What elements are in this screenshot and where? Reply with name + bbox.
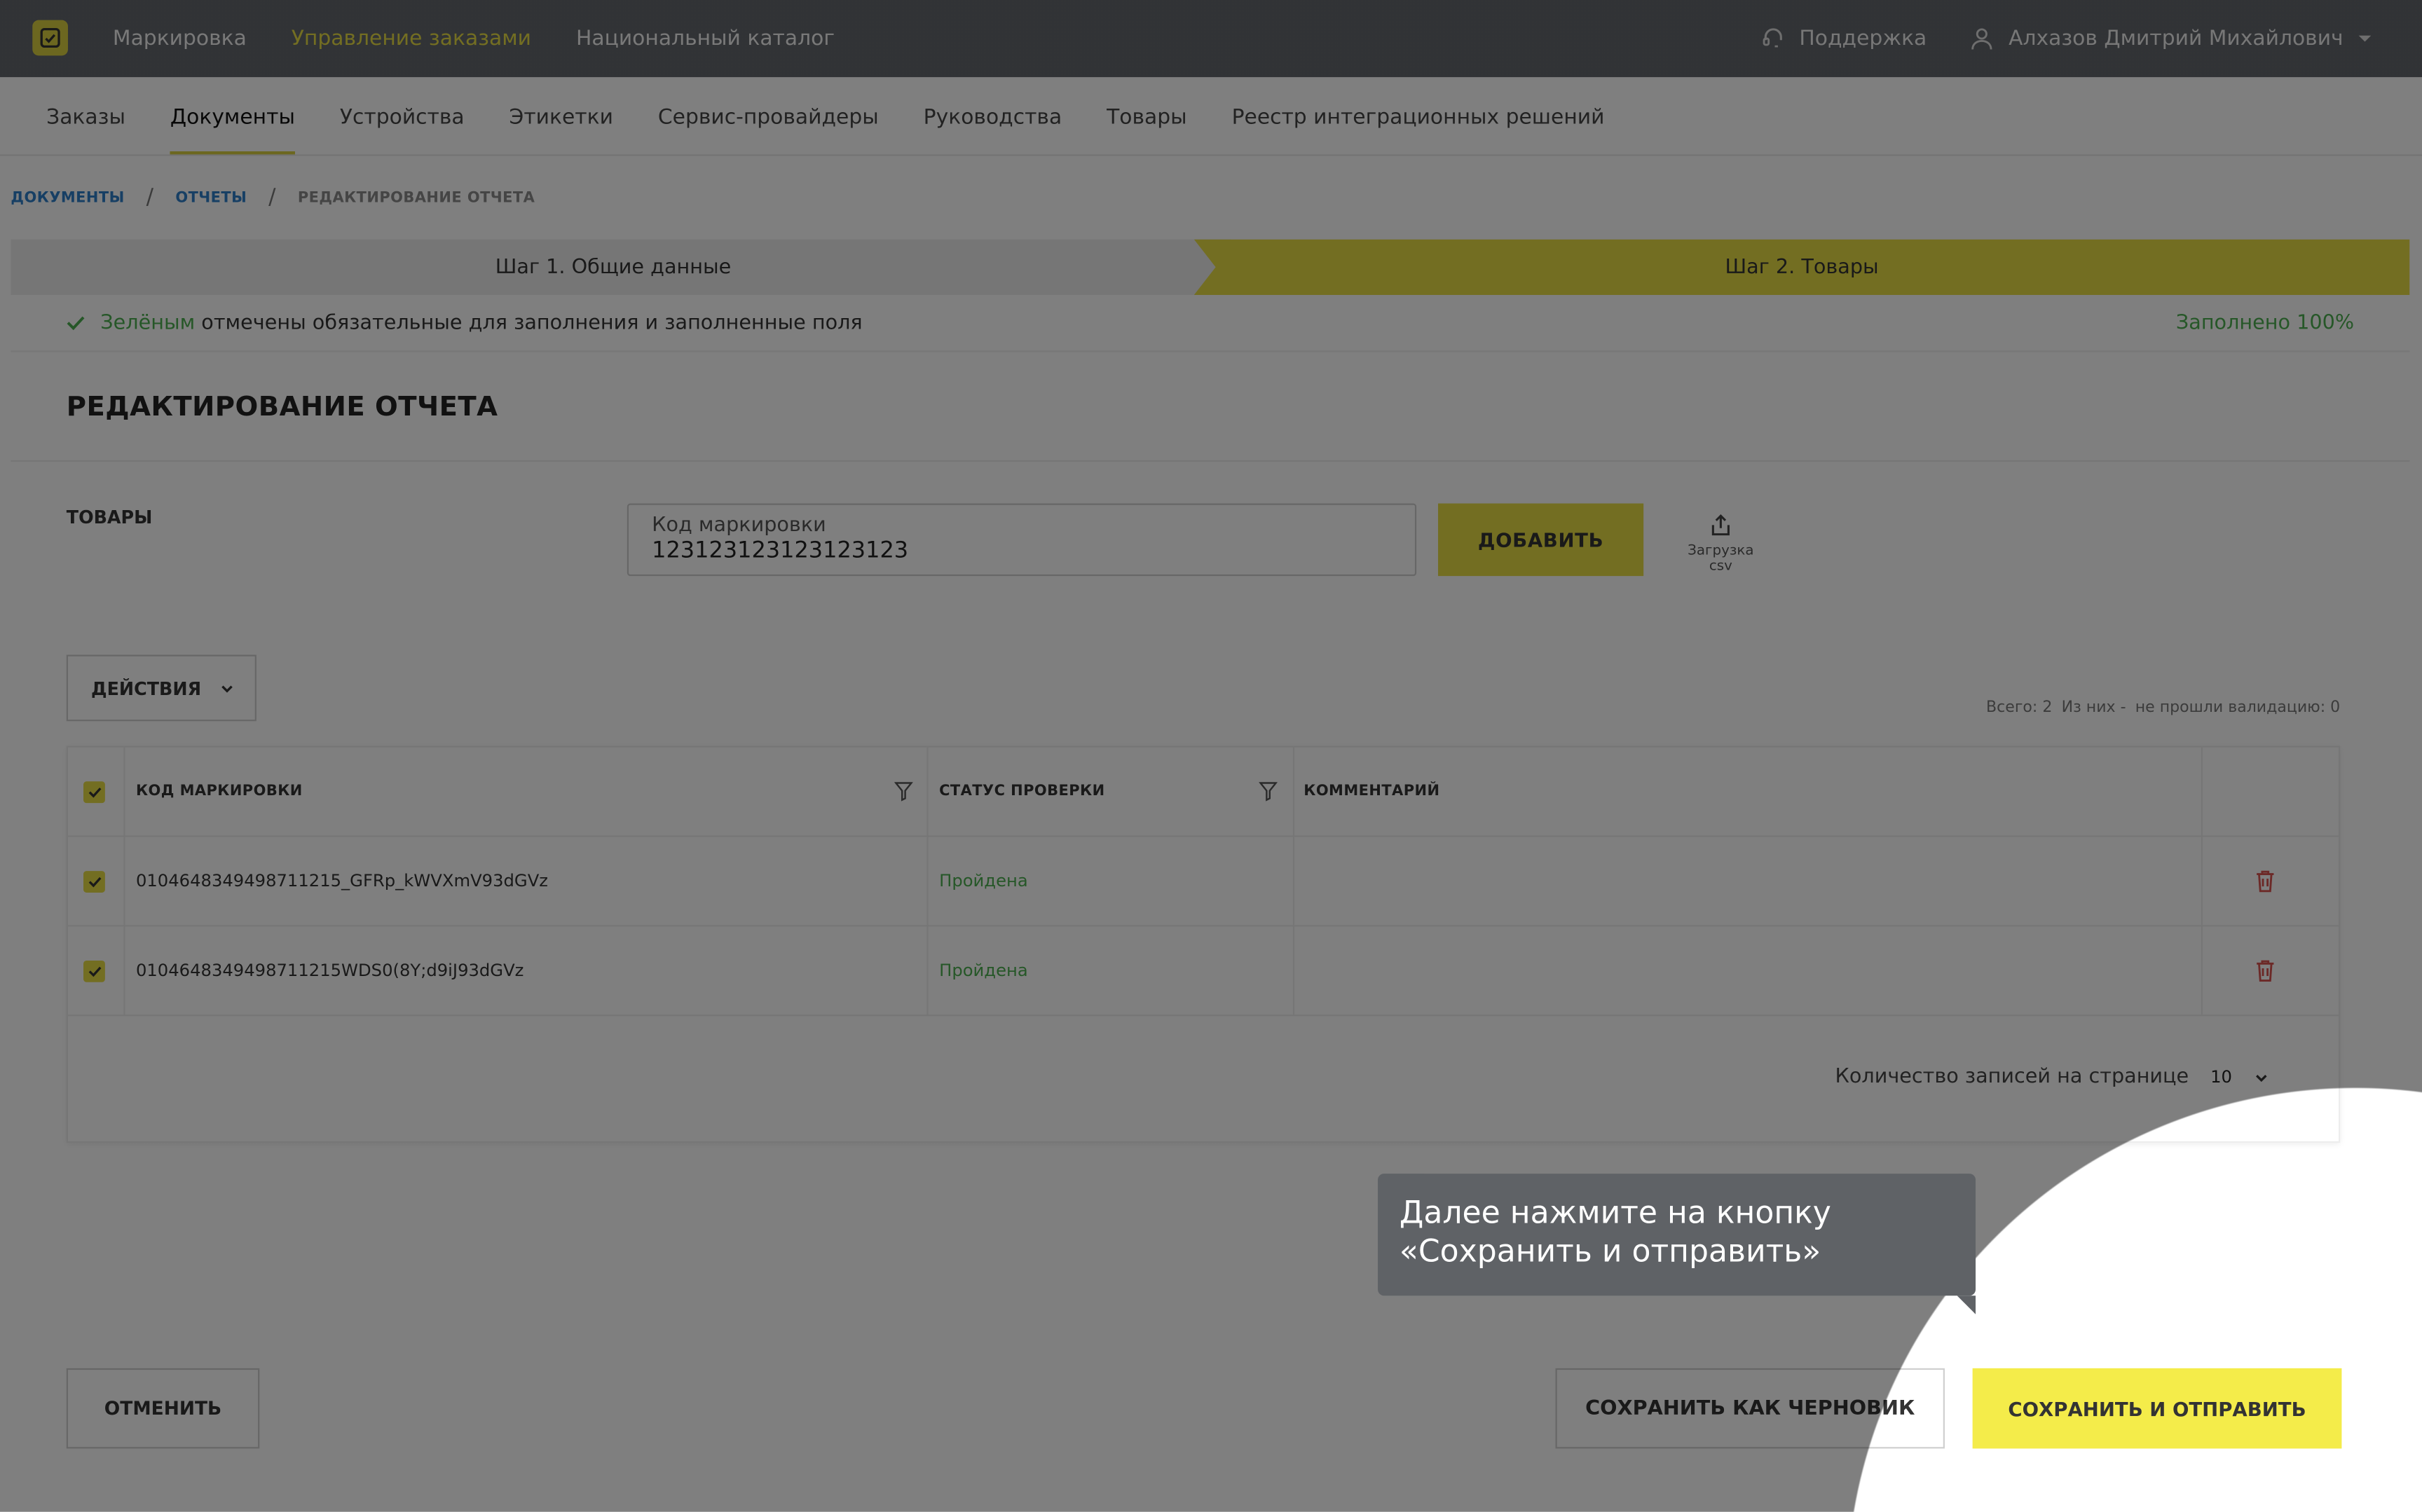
tab-integration-registry[interactable]: Реестр интеграционных решений [1232, 77, 1605, 156]
check-icon [88, 786, 101, 797]
cancel-button[interactable]: ОТМЕНИТЬ [66, 1368, 260, 1449]
step-goods[interactable]: Шаг 2. Товары [1193, 239, 2410, 295]
breadcrumb-current: Редактирование отчета [297, 189, 535, 207]
column-header-code: КОД МАРКИРОВКИ [135, 783, 303, 800]
app-root: Маркировка Управление заказами Националь… [0, 0, 2422, 1512]
topnav-item-orders[interactable]: Управление заказами [292, 26, 531, 50]
breadcrumb-separator: / [146, 185, 154, 210]
divider [11, 460, 2410, 462]
marking-code-input[interactable] [652, 539, 1394, 564]
table-header-row: КОД МАРКИРОВКИ СТАТУС ПРОВЕРКИ КОММЕНТАР… [67, 748, 2339, 837]
delete-row-button[interactable] [2255, 926, 2276, 1015]
select-all-checkbox[interactable] [83, 748, 105, 836]
breadcrumb: Документы / Отчеты / Редактирование отче… [11, 185, 535, 209]
wizard-steps: Шаг 1. Общие данные Шаг 2. Товары [11, 239, 2410, 295]
page-title: РЕДАКТИРОВАНИЕ ОТЧЕТА [66, 392, 498, 423]
tutorial-tooltip: Далее нажмите на кнопку «Сохранить и отп… [1378, 1174, 1976, 1314]
logo-icon[interactable] [32, 20, 68, 56]
caret-down-icon [2358, 35, 2372, 42]
goods-section-label: ТОВАРЫ [66, 506, 153, 528]
topnav-item-marking[interactable]: Маркировка [113, 26, 247, 50]
filled-percent: Заполнено 100% [2175, 311, 2355, 335]
tooltip-line2: «Сохранить и отправить» [1399, 1232, 1821, 1270]
row-code: 0104648349498711215WDS0(8Y;d9iJ93dGVz [135, 960, 524, 981]
validation-hint: Зелёным отмечены обязательные для заполн… [11, 294, 2410, 352]
column-header-comment: КОММЕНТАРИЙ [1304, 783, 1440, 800]
filter-code-button[interactable] [894, 748, 913, 836]
check-icon [88, 965, 101, 977]
filter-icon [894, 782, 913, 802]
row-code: 0104648349498711215_GFRp_kWVXmV93dGVz [135, 871, 549, 891]
save-draft-button[interactable]: СОХРАНИТЬ КАК ЧЕРНОВИК [1555, 1368, 1945, 1449]
tab-goods[interactable]: Товары [1107, 77, 1187, 156]
support-link[interactable]: Поддержка [1760, 26, 1927, 51]
filter-status-button[interactable] [1259, 748, 1278, 836]
column-header-status: СТАТУС ПРОВЕРКИ [939, 783, 1105, 800]
tab-devices[interactable]: Устройства [340, 77, 465, 156]
tab-labels[interactable]: Этикетки [509, 77, 613, 156]
tab-service-providers[interactable]: Сервис-провайдеры [658, 77, 879, 156]
totals-count: Всего: 2 [1986, 699, 2053, 717]
tab-documents[interactable]: Документы [170, 77, 295, 156]
tooltip-line1: Далее нажмите на кнопку [1399, 1193, 1831, 1231]
pagination-size: Количество записей на странице 10 [1835, 1066, 2269, 1089]
upload-icon [1711, 514, 1730, 536]
chevron-down-icon [221, 685, 233, 692]
trash-icon [2257, 960, 2274, 982]
report-edit-card: РЕДАКТИРОВАНИЕ ОТЧЕТА ТОВАРЫ Код маркиро… [11, 352, 2410, 1512]
totals-of-them: Из них - [2061, 699, 2126, 717]
per-page-label: Количество записей на странице [1835, 1065, 2189, 1089]
per-page-select[interactable]: 10 [2210, 1067, 2232, 1087]
row-status: Пройдена [939, 871, 1028, 891]
top-nav-menu: Маркировка Управление заказами Националь… [113, 0, 835, 77]
tab-guides[interactable]: Руководства [924, 77, 1062, 156]
table-row: 0104648349498711215WDS0(8Y;d9iJ93dGVz Пр… [67, 926, 2339, 1017]
totals-failed: не прошли валидацию: 0 [2135, 699, 2341, 717]
check-icon [88, 876, 101, 887]
topnav-item-catalog[interactable]: Национальный каталог [576, 26, 835, 50]
breadcrumb-reports[interactable]: Отчеты [175, 189, 247, 206]
step-general[interactable]: Шаг 1. Общие данные [11, 239, 1231, 295]
totals-summary: Всего: 2 Из них - не прошли валидацию: 0 [1986, 699, 2340, 716]
row-status: Пройдена [939, 960, 1028, 981]
hint-rest: отмечены обязательные для заполнения и з… [195, 311, 863, 335]
top-right-menu: Поддержка Алхазов Дмитрий Михайлович [1760, 0, 2372, 77]
headset-icon [1763, 28, 1782, 48]
chevron-down-icon[interactable] [2254, 1069, 2269, 1085]
tab-orders[interactable]: Заказы [46, 77, 125, 156]
goods-table: КОД МАРКИРОВКИ СТАТУС ПРОВЕРКИ КОММЕНТАР… [66, 745, 2341, 1143]
row-checkbox[interactable] [83, 837, 105, 926]
actions-label: ДЕЙСТВИЯ [91, 677, 202, 699]
filter-icon [1259, 782, 1278, 802]
user-icon [1971, 28, 1993, 50]
save-and-send-button[interactable]: СОХРАНИТЬ И ОТПРАВИТЬ [1972, 1368, 2342, 1449]
table-row: 0104648349498711215_GFRp_kWVXmV93dGVz Пр… [67, 837, 2339, 927]
csv-upload-button[interactable]: Загрузка csv [1674, 513, 1767, 575]
hint-green-word: Зелёным [100, 311, 196, 335]
add-button[interactable]: ДОБАВИТЬ [1438, 503, 1644, 577]
marking-code-label: Код маркировки [652, 514, 826, 538]
sub-nav-tabs: Заказы Документы Устройства Этикетки Сер… [46, 77, 1604, 156]
delete-row-button[interactable] [2255, 837, 2276, 926]
top-navbar: Маркировка Управление заказами Националь… [0, 0, 2422, 78]
actions-dropdown[interactable]: ДЕЙСТВИЯ [66, 654, 256, 722]
hint-text: Зелёным отмечены обязательные для заполн… [100, 311, 862, 334]
breadcrumb-documents[interactable]: Документы [11, 189, 124, 206]
user-name: Алхазов Дмитрий Михайлович [2009, 26, 2344, 51]
breadcrumb-separator: / [268, 185, 276, 210]
csv-upload-label: Загрузка csv [1688, 543, 1754, 575]
check-icon [67, 316, 85, 331]
sub-navbar: Заказы Документы Устройства Этикетки Сер… [0, 77, 2422, 156]
support-label: Поддержка [1799, 26, 1927, 51]
user-menu[interactable]: Алхазов Дмитрий Михайлович [1970, 26, 2372, 51]
trash-icon [2257, 870, 2274, 893]
marking-code-field[interactable]: Код маркировки [627, 503, 1417, 577]
row-checkbox[interactable] [83, 926, 105, 1015]
